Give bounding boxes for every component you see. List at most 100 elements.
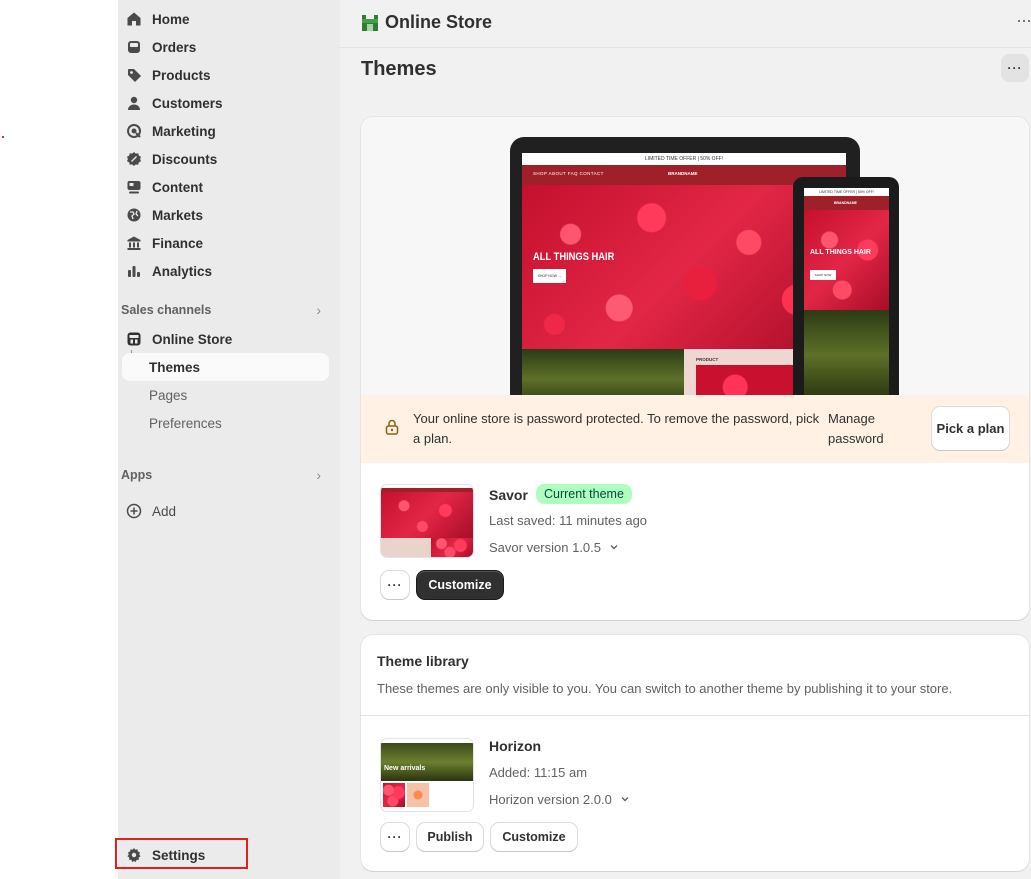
version-label: Savor version 1.0.5: [489, 540, 602, 555]
sidebar-item-label: Online Store: [152, 331, 233, 347]
phone-headline: ALL THINGS HAIR: [810, 249, 871, 256]
sidebar-subitem-label: Preferences: [149, 415, 222, 431]
product-panel: PRODUCT: [684, 349, 794, 395]
password-message: Your online store is password protected.…: [413, 411, 820, 446]
customize-button[interactable]: Customize: [491, 823, 577, 851]
sidebar-item-markets[interactable]: Markets: [122, 201, 329, 229]
savor-thumbnail: [381, 485, 473, 557]
theme-name: Horizon: [489, 738, 542, 754]
theme-name: Savor: [489, 487, 528, 503]
hero-cta: SHOP NOW →: [533, 269, 566, 283]
hero-headline: ALL THINGS HAIR: [533, 251, 615, 263]
theme-library-description: These themes are only visible to you. Yo…: [377, 681, 953, 696]
sidebar-item-label: Content: [152, 179, 203, 195]
apps-header[interactable]: Apps ›: [121, 464, 321, 486]
sales-channels-label: Sales channels: [121, 303, 212, 317]
sidebar-item-discounts[interactable]: Discounts: [122, 145, 329, 173]
sidebar-item-add-app[interactable]: Add: [122, 497, 329, 525]
phone-nav: BRANDNAME: [804, 196, 889, 210]
sidebar-item-online-store[interactable]: Online Store: [122, 325, 329, 353]
storefront-icon: [125, 330, 143, 348]
chevron-down-icon: [620, 792, 630, 807]
target-icon: [125, 122, 143, 140]
product-title: PRODUCT: [696, 357, 719, 362]
thumb-label: New arrivals: [384, 765, 426, 772]
chevron-down-icon: [609, 540, 619, 555]
last-saved-text: Last saved: 11 minutes ago: [489, 513, 648, 528]
sidebar-item-label: Marketing: [152, 123, 216, 139]
current-theme-badge: Current theme: [536, 484, 632, 504]
sidebar-item-products[interactable]: Products: [122, 61, 329, 89]
sidebar-item-analytics[interactable]: Analytics: [122, 257, 329, 285]
home-icon: [125, 10, 143, 28]
phone-promo: LIMITED TIME OFFER | 50% OFF!: [819, 190, 874, 194]
customize-button[interactable]: Customize: [417, 571, 503, 599]
publish-button[interactable]: Publish: [417, 823, 483, 851]
shop-brand: BRANDNAME: [668, 171, 698, 176]
version-label: Horizon version 2.0.0: [489, 792, 612, 807]
more-actions-icon[interactable]: ···: [1016, 10, 1031, 31]
chevron-right-icon: ›: [316, 302, 321, 318]
phone-moss-image: [804, 310, 889, 395]
bar-chart-icon: [125, 262, 143, 280]
divider: [361, 715, 1029, 716]
globe-icon: [125, 206, 143, 224]
sidebar-subitem-pages[interactable]: Pages: [122, 381, 329, 409]
sidebar-item-orders[interactable]: Orders: [122, 33, 329, 61]
theme-more-button[interactable]: ···: [381, 823, 409, 851]
sales-channels-header[interactable]: Sales channels ›: [121, 299, 321, 321]
sidebar-item-label: Home: [152, 11, 190, 27]
manage-password-link[interactable]: Manage password: [828, 409, 908, 449]
sidebar-item-label: Orders: [152, 39, 197, 55]
page-more-button[interactable]: ···: [1001, 54, 1029, 82]
promo-bar: LIMITED TIME OFFER | 50% OFF!: [522, 153, 846, 165]
page-title: Themes: [361, 58, 437, 80]
sidebar: Home Orders Products Customers Marketing…: [118, 0, 340, 879]
sidebar-item-finance[interactable]: Finance: [122, 229, 329, 257]
sidebar-item-customers[interactable]: Customers: [122, 89, 329, 117]
person-icon: [125, 94, 143, 112]
phone-screen: LIMITED TIME OFFER | 50% OFF! BRANDNAME …: [804, 188, 889, 395]
bank-icon: [125, 234, 143, 252]
theme-library-title: Theme library: [377, 653, 469, 669]
sidebar-subitem-themes[interactable]: Themes: [122, 353, 329, 381]
plus-circle-icon: [125, 502, 143, 520]
shop-nav-links: SHOP ABOUT FAQ CONTACT: [533, 171, 604, 176]
left-blank-area: [0, 0, 118, 879]
apps-label: Apps: [121, 468, 153, 482]
sidebar-item-content[interactable]: Content: [122, 173, 329, 201]
theme-more-button[interactable]: ···: [381, 571, 409, 599]
inbox-icon: [125, 38, 143, 56]
sidebar-subitem-label: Themes: [149, 359, 201, 375]
sidebar-item-home[interactable]: Home: [122, 5, 329, 33]
red-dot: [2, 136, 4, 138]
phone-rose-image: ALL THINGS HAIR SHOP NOW: [804, 210, 889, 310]
sidebar-item-label: Products: [152, 67, 211, 83]
theme-version-dropdown[interactable]: Horizon version 2.0.0: [489, 792, 630, 807]
sidebar-item-label: Analytics: [152, 263, 213, 279]
theme-version-dropdown[interactable]: Savor version 1.0.5: [489, 540, 619, 555]
pick-plan-button[interactable]: Pick a plan: [932, 407, 1009, 450]
moss-image: [522, 349, 684, 395]
settings-highlight-box: [115, 838, 248, 869]
theme-preview: LIMITED TIME OFFER | 50% OFF! SHOP ABOUT…: [361, 117, 1029, 395]
app-title: Online Store: [385, 12, 493, 32]
tag-icon: [125, 66, 143, 84]
horizon-thumbnail: New arrivals: [381, 739, 473, 811]
product-image: [696, 365, 794, 395]
lock-icon: [385, 419, 399, 435]
password-banner: Your online store is password protected.…: [361, 395, 1029, 463]
phone-cta: SHOP NOW: [810, 270, 836, 280]
sidebar-item-label: Customers: [152, 95, 223, 111]
added-text: Added: 11:15 am: [489, 765, 588, 780]
phone-mockup: LIMITED TIME OFFER | 50% OFF! BRANDNAME …: [793, 177, 899, 395]
sidebar-item-label: Discounts: [152, 151, 218, 167]
sidebar-subitem-preferences[interactable]: Preferences: [122, 409, 329, 437]
discount-icon: [125, 150, 143, 168]
current-theme-card: LIMITED TIME OFFER | 50% OFF! SHOP ABOUT…: [361, 117, 1029, 620]
online-store-app-icon: [361, 13, 379, 32]
main-content: Online Store ··· Themes ··· LIMITED TIME…: [340, 0, 1031, 879]
sidebar-item-marketing[interactable]: Marketing: [122, 117, 329, 145]
sidebar-item-label: Finance: [152, 235, 204, 251]
chevron-right-icon: ›: [316, 467, 321, 483]
